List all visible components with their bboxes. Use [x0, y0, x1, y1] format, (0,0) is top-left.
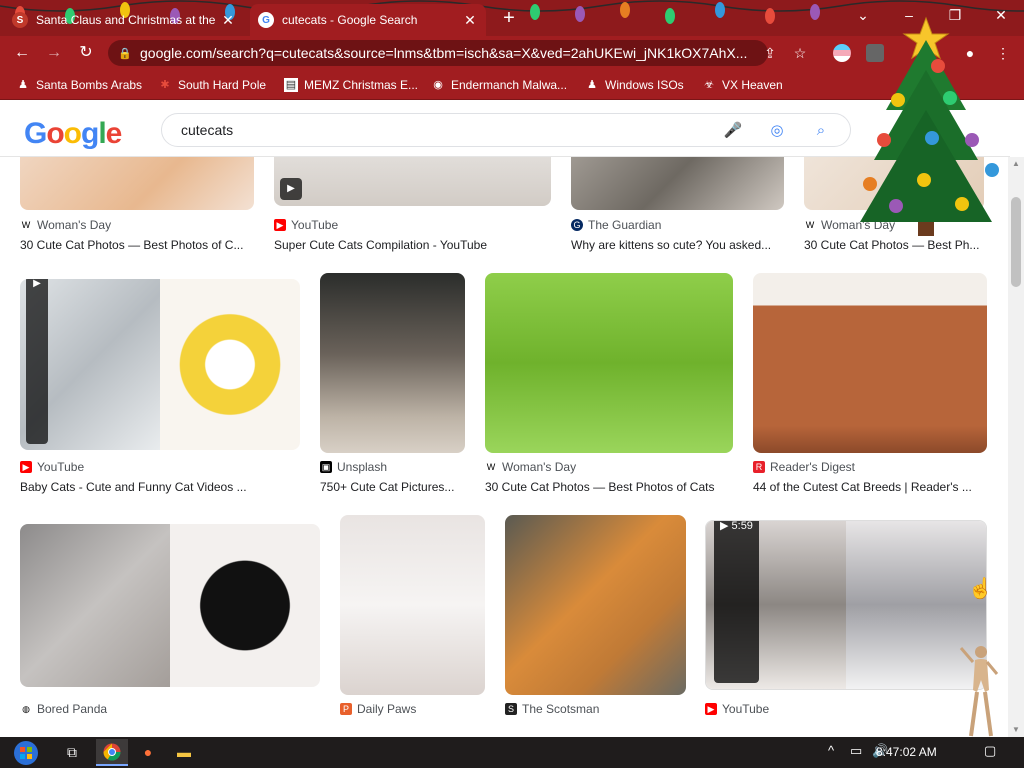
- camera-lens-icon[interactable]: ◎: [766, 120, 788, 142]
- reload-icon[interactable]: ↻: [74, 41, 98, 65]
- result-source[interactable]: P Daily Paws: [340, 702, 416, 716]
- windows-taskbar: ⧉ ● ▬ ^ ▭ 🔊 8:47:02 AM ▢: [0, 737, 1024, 768]
- video-duration-badge: ▶ 5:59: [714, 521, 759, 683]
- bored-panda-icon: ◍: [22, 704, 30, 714]
- result-image[interactable]: ▶: [20, 279, 300, 450]
- result-caption[interactable]: 30 Cute Cat Photos — Best Photos of C...: [20, 238, 254, 252]
- page-icon: ▤: [284, 78, 298, 92]
- system-clock[interactable]: 8:47:02 AM: [876, 745, 937, 759]
- tab-google-search[interactable]: G cutecats - Google Search ✕: [250, 4, 486, 36]
- share-icon[interactable]: ⇪: [760, 43, 780, 63]
- figure-icon: ♟: [18, 79, 28, 91]
- chevron-up-icon[interactable]: ^: [828, 743, 834, 758]
- result-source[interactable]: ▶ YouTube: [705, 702, 769, 716]
- youtube-icon: ▶: [705, 703, 717, 715]
- task-view-icon[interactable]: ⧉: [56, 739, 88, 766]
- address-bar[interactable]: 🔒 google.com/search?q=cutecats&source=ln…: [108, 40, 768, 66]
- lock-icon: 🔒: [118, 47, 132, 60]
- back-arrow-icon[interactable]: ←: [10, 41, 34, 65]
- play-icon: ▶: [26, 279, 48, 444]
- youtube-icon: ▶: [20, 461, 32, 473]
- google-logo[interactable]: Google: [24, 119, 122, 149]
- tab-title: Santa Claus and Christmas at the: [36, 13, 216, 27]
- result-image[interactable]: [20, 524, 320, 687]
- search-icon[interactable]: ⌕: [810, 120, 832, 142]
- start-button-icon[interactable]: [8, 739, 44, 766]
- scroll-down-icon[interactable]: ▼: [1008, 723, 1024, 737]
- result-caption[interactable]: 30 Cute Cat Photos — Best Photos of Cats: [485, 480, 733, 494]
- raccoon-icon: ◉: [433, 79, 443, 91]
- network-icon[interactable]: ▭: [850, 743, 862, 759]
- notifications-icon[interactable]: ▢: [984, 743, 996, 759]
- daily-paws-icon: P: [340, 703, 352, 715]
- bookmark-windows-isos[interactable]: ♟ Windows ISOs: [585, 76, 684, 94]
- bookmark-star-icon[interactable]: ☆: [790, 43, 810, 63]
- tab-santa[interactable]: S Santa Claus and Christmas at the ✕: [4, 4, 244, 36]
- result-caption[interactable]: Super Cute Cats Compilation - YouTube: [274, 238, 551, 252]
- forward-arrow-icon[interactable]: →: [42, 41, 66, 65]
- result-image[interactable]: [20, 157, 254, 210]
- close-icon[interactable]: ✕: [220, 12, 236, 29]
- scotsman-icon: S: [505, 703, 517, 715]
- search-query: cutecats: [181, 122, 234, 138]
- unsplash-icon: ▣: [320, 461, 332, 473]
- microphone-icon[interactable]: 🎤: [722, 120, 744, 142]
- result-source[interactable]: G The Guardian: [571, 218, 661, 232]
- result-source[interactable]: S The Scotsman: [505, 702, 599, 716]
- biohazard-icon: ☣: [704, 79, 714, 91]
- result-source[interactable]: R Reader's Digest: [753, 460, 855, 474]
- result-source[interactable]: W Woman's Day: [485, 460, 576, 474]
- readers-digest-icon: R: [753, 461, 765, 473]
- page-scrollbar[interactable]: ▲ ▼: [1008, 157, 1024, 737]
- result-image[interactable]: [320, 273, 465, 453]
- scrollbar-thumb[interactable]: [1011, 197, 1021, 287]
- result-source[interactable]: ▣ Unsplash: [320, 460, 387, 474]
- result-image[interactable]: ▶ 5:59: [705, 520, 987, 690]
- tab-title: cutecats - Google Search: [282, 13, 418, 27]
- bookmark-endermanch[interactable]: ◉ Endermanch Malwa...: [431, 76, 567, 94]
- figure-icon: ♟: [587, 79, 597, 91]
- result-image[interactable]: [340, 515, 485, 695]
- result-image[interactable]: [505, 515, 686, 695]
- result-source[interactable]: W Woman's Day: [20, 218, 111, 232]
- bookmark-vx-heaven[interactable]: ☣ VX Heaven: [702, 76, 783, 94]
- search-input[interactable]: cutecats 🎤 ◎ ⌕: [161, 113, 851, 147]
- result-caption[interactable]: 44 of the Cutest Cat Breeds | Reader's .…: [753, 480, 987, 494]
- result-caption[interactable]: Why are kittens so cute? You asked...: [571, 238, 784, 252]
- close-icon[interactable]: ✕: [462, 12, 478, 29]
- play-icon: ▶: [280, 178, 302, 200]
- file-explorer-icon[interactable]: ▬: [168, 739, 200, 766]
- result-source[interactable]: ▶ YouTube: [20, 460, 84, 474]
- hand-cursor-icon: ☝: [968, 578, 993, 600]
- firefox-taskbar-icon[interactable]: ●: [132, 739, 164, 766]
- result-source[interactable]: ▶ YouTube: [274, 218, 338, 232]
- result-caption[interactable]: Baby Cats - Cute and Funny Cat Videos ..…: [20, 480, 300, 494]
- bookmark-south-hard-pole[interactable]: ✱ South Hard Pole: [158, 76, 266, 94]
- chrome-taskbar-icon[interactable]: [96, 739, 128, 766]
- bookmark-memz[interactable]: ▤ MEMZ Christmas E...: [284, 76, 418, 94]
- dancing-figure-decoration: [959, 646, 999, 737]
- youtube-icon: ▶: [274, 219, 286, 231]
- snowflake-icon: ✱: [160, 79, 170, 91]
- scroll-up-icon[interactable]: ▲: [1008, 157, 1024, 171]
- image-results: ▶ W Woman's Day 30 Cute Cat Photos — Best…: [0, 157, 1008, 737]
- womans-day-icon: W: [486, 462, 496, 472]
- womans-day-icon: W: [805, 220, 815, 230]
- result-image[interactable]: [753, 273, 987, 453]
- result-caption[interactable]: 30 Cute Cat Photos — Best Ph...: [804, 238, 984, 252]
- result-source[interactable]: ◍ Bored Panda: [20, 702, 107, 716]
- womans-day-icon: W: [21, 220, 31, 230]
- result-image[interactable]: ▶: [274, 157, 551, 206]
- guardian-icon: G: [571, 219, 583, 231]
- new-tab-button[interactable]: +: [496, 6, 522, 30]
- result-image[interactable]: [485, 273, 733, 453]
- url-text: google.com/search?q=cutecats&source=lnms…: [140, 45, 748, 61]
- result-image[interactable]: [571, 157, 784, 210]
- santa-favicon-icon: S: [12, 12, 28, 28]
- bookmark-santa-bombs[interactable]: ♟ Santa Bombs Arabs: [16, 76, 142, 94]
- christmas-tree-decoration: [860, 16, 999, 236]
- result-caption[interactable]: 750+ Cute Cat Pictures...: [320, 480, 465, 494]
- google-favicon-icon: G: [258, 12, 274, 28]
